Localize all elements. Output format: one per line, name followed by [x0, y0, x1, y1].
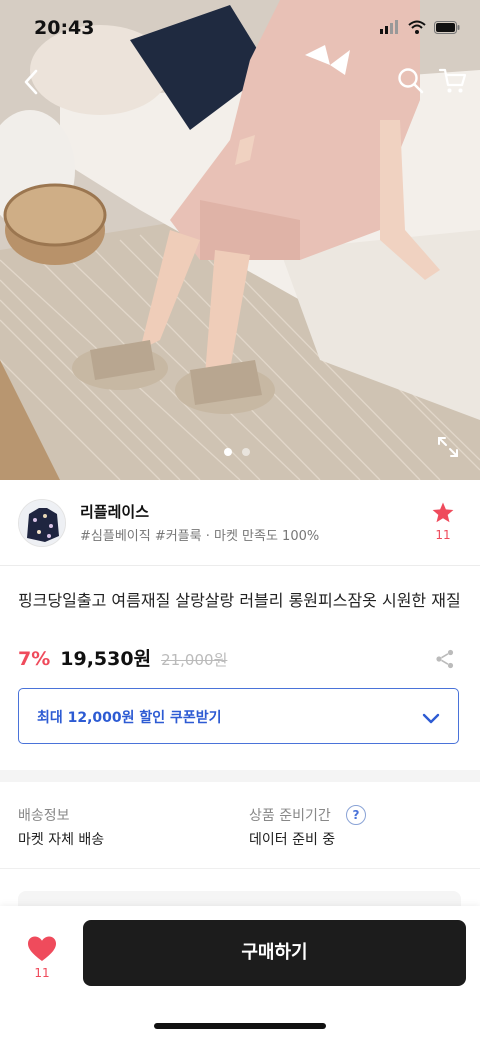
status-time: 20:43 — [34, 17, 95, 39]
search-icon[interactable] — [396, 66, 426, 96]
coupon-label: 최대 12,000원 할인 쿠폰받기 — [37, 710, 222, 726]
shipping-info-value: 마켓 자체 배송 — [18, 832, 105, 848]
status-icons — [380, 20, 460, 34]
expand-icon[interactable] — [437, 436, 459, 458]
favorite-count: 11 — [435, 528, 451, 542]
share-icon[interactable] — [434, 648, 456, 670]
shipping-info-label: 배송정보 — [18, 808, 70, 824]
prep-period-value: 데이터 준비 중 — [249, 832, 336, 848]
discount-rate: 7% — [18, 648, 51, 670]
help-icon[interactable]: ? — [346, 805, 366, 825]
seller-tags: #심플베이직 #커플룩 · 마켓 만족도 100% — [80, 529, 320, 544]
like-count: 11 — [34, 966, 50, 980]
carousel-dot-2[interactable] — [242, 448, 250, 456]
original-price: 21,000원 — [161, 651, 228, 669]
heart-icon[interactable] — [27, 935, 57, 963]
wifi-icon — [408, 20, 426, 34]
product-image-carousel[interactable]: 20:43 — [0, 0, 480, 480]
carousel-indicator — [224, 448, 250, 456]
product-title: 핑크당일출고 여름재질 살랑살랑 러블리 롱원피스잠옷 시원한 재질 — [18, 591, 461, 610]
seller-name[interactable]: 리플레이스 — [80, 501, 149, 522]
star-icon[interactable] — [431, 501, 455, 525]
carousel-dot-1[interactable] — [224, 448, 232, 456]
home-indicator — [154, 1023, 326, 1029]
back-icon[interactable] — [14, 64, 50, 100]
seller-avatar[interactable] — [18, 499, 66, 547]
battery-icon — [434, 20, 460, 34]
seller-section[interactable]: 리플레이스 #심플베이직 #커플룩 · 마켓 만족도 100% — [0, 480, 480, 566]
coupon-button[interactable]: 최대 12,000원 할인 쿠폰받기 — [18, 688, 459, 744]
seller-avatar-image — [19, 500, 65, 546]
info-divider — [0, 868, 480, 869]
price-row: 7% 19,530원 21,000원 — [18, 644, 227, 671]
buy-button[interactable]: 구매하기 — [83, 920, 466, 986]
status-bar: 20:43 — [0, 0, 480, 58]
prep-period-label: 상품 준비기간 — [249, 808, 331, 824]
sale-price: 19,530원 — [60, 648, 152, 670]
chevron-down-icon — [422, 713, 440, 724]
section-divider — [0, 770, 480, 782]
cart-icon[interactable] — [438, 66, 468, 96]
signal-icon — [380, 20, 398, 34]
